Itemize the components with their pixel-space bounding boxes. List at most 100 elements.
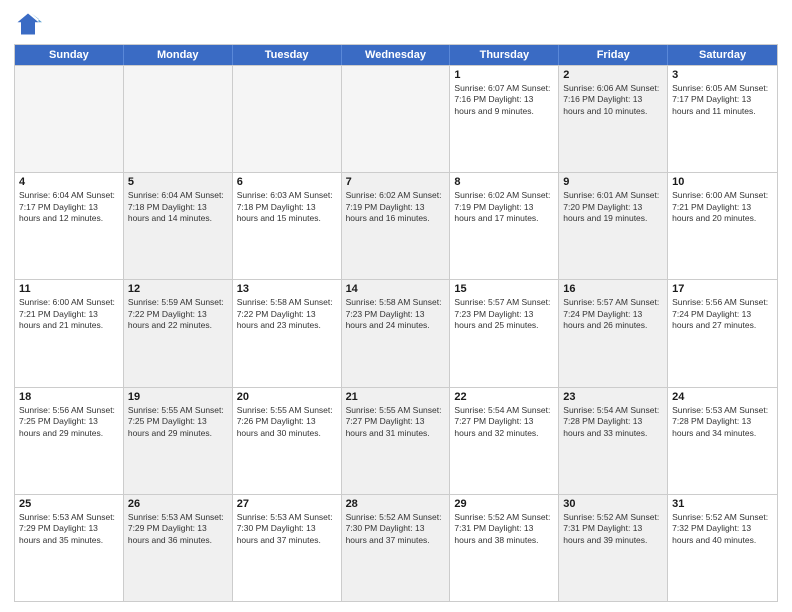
day-cell-15: 15Sunrise: 5:57 AM Sunset: 7:23 PM Dayli… xyxy=(450,280,559,386)
day-number: 13 xyxy=(237,283,337,295)
day-info: Sunrise: 6:07 AM Sunset: 7:16 PM Dayligh… xyxy=(454,83,554,117)
day-info: Sunrise: 5:52 AM Sunset: 7:31 PM Dayligh… xyxy=(454,512,554,546)
day-cell-6: 6Sunrise: 6:03 AM Sunset: 7:18 PM Daylig… xyxy=(233,173,342,279)
day-number: 30 xyxy=(563,498,663,510)
day-cell-24: 24 Sunrise: 5:53 AM Sunset: 7:28 PM Dayli… xyxy=(668,388,777,494)
day-cell-25: 25 Sunrise: 5:53 AM Sunset: 7:29 PM Dayli… xyxy=(15,495,124,601)
day-info: Sunrise: 5:52 AM Sunset: 7:31 PM Dayligh… xyxy=(563,512,663,546)
day-cell-10: 10Sunrise: 6:00 AM Sunset: 7:21 PM Dayli… xyxy=(668,173,777,279)
day-cell-13: 13 Sunrise: 5:58 AM Sunset: 7:22 PM Dayli… xyxy=(233,280,342,386)
day-cell-16: 16 Sunrise: 5:57 AM Sunset: 7:24 PM Dayli… xyxy=(559,280,668,386)
day-number: 3 xyxy=(672,69,773,81)
day-cell-26: 26 Sunrise: 5:53 AM Sunset: 7:29 PM Dayli… xyxy=(124,495,233,601)
day-info: Sunrise: 6:05 AM Sunset: 7:17 PM Dayligh… xyxy=(672,83,773,117)
calendar-row-0: 1 Sunrise: 6:07 AM Sunset: 7:16 PM Daylig… xyxy=(15,65,777,172)
day-info: Sunrise: 6:03 AM Sunset: 7:18 PM Dayligh… xyxy=(237,190,337,224)
day-number: 24 xyxy=(672,391,773,403)
day-number: 5 xyxy=(128,176,228,188)
day-cell-22: 22 Sunrise: 5:54 AM Sunset: 7:27 PM Dayli… xyxy=(450,388,559,494)
day-number: 12 xyxy=(128,283,228,295)
day-cell-8: 8 Sunrise: 6:02 AM Sunset: 7:19 PM Daylig… xyxy=(450,173,559,279)
logo xyxy=(14,10,46,38)
day-cell-27: 27Sunrise: 5:53 AM Sunset: 7:30 PM Dayli… xyxy=(233,495,342,601)
day-info: Sunrise: 5:55 AM Sunset: 7:25 PM Dayligh… xyxy=(128,405,228,439)
day-number: 22 xyxy=(454,391,554,403)
day-number: 29 xyxy=(454,498,554,510)
day-cell-12: 12 Sunrise: 5:59 AM Sunset: 7:22 PM Dayli… xyxy=(124,280,233,386)
day-info: Sunrise: 6:04 AM Sunset: 7:18 PM Dayligh… xyxy=(128,190,228,224)
calendar: SundayMondayTuesdayWednesdayThursdayFrid… xyxy=(14,44,778,602)
day-info: Sunrise: 6:00 AM Sunset: 7:21 PM Dayligh… xyxy=(19,297,119,331)
day-info: Sunrise: 5:59 AM Sunset: 7:22 PM Dayligh… xyxy=(128,297,228,331)
day-cell-2: 2 Sunrise: 6:06 AM Sunset: 7:16 PM Daylig… xyxy=(559,66,668,172)
calendar-row-1: 4Sunrise: 6:04 AM Sunset: 7:17 PM Daylig… xyxy=(15,172,777,279)
day-info: Sunrise: 5:53 AM Sunset: 7:29 PM Dayligh… xyxy=(128,512,228,546)
day-info: Sunrise: 5:55 AM Sunset: 7:27 PM Dayligh… xyxy=(346,405,446,439)
day-number: 7 xyxy=(346,176,446,188)
day-number: 10 xyxy=(672,176,773,188)
day-info: Sunrise: 5:53 AM Sunset: 7:29 PM Dayligh… xyxy=(19,512,119,546)
day-cell-9: 9Sunrise: 6:01 AM Sunset: 7:20 PM Daylig… xyxy=(559,173,668,279)
calendar-row-2: 11Sunrise: 6:00 AM Sunset: 7:21 PM Dayli… xyxy=(15,279,777,386)
empty-cell xyxy=(124,66,233,172)
calendar-body: 1 Sunrise: 6:07 AM Sunset: 7:16 PM Daylig… xyxy=(15,65,777,601)
day-info: Sunrise: 5:56 AM Sunset: 7:24 PM Dayligh… xyxy=(672,297,773,331)
day-number: 26 xyxy=(128,498,228,510)
day-cell-5: 5 Sunrise: 6:04 AM Sunset: 7:18 PM Daylig… xyxy=(124,173,233,279)
day-info: Sunrise: 5:58 AM Sunset: 7:22 PM Dayligh… xyxy=(237,297,337,331)
day-number: 16 xyxy=(563,283,663,295)
day-cell-31: 31 Sunrise: 5:52 AM Sunset: 7:32 PM Dayli… xyxy=(668,495,777,601)
day-number: 23 xyxy=(563,391,663,403)
day-cell-28: 28 Sunrise: 5:52 AM Sunset: 7:30 PM Dayli… xyxy=(342,495,451,601)
day-cell-4: 4Sunrise: 6:04 AM Sunset: 7:17 PM Daylig… xyxy=(15,173,124,279)
calendar-page: SundayMondayTuesdayWednesdayThursdayFrid… xyxy=(0,0,792,612)
header-cell-friday: Friday xyxy=(559,45,668,65)
day-number: 25 xyxy=(19,498,119,510)
calendar-row-4: 25 Sunrise: 5:53 AM Sunset: 7:29 PM Dayli… xyxy=(15,494,777,601)
day-number: 21 xyxy=(346,391,446,403)
day-info: Sunrise: 5:55 AM Sunset: 7:26 PM Dayligh… xyxy=(237,405,337,439)
day-cell-30: 30 Sunrise: 5:52 AM Sunset: 7:31 PM Dayli… xyxy=(559,495,668,601)
day-info: Sunrise: 5:58 AM Sunset: 7:23 PM Dayligh… xyxy=(346,297,446,331)
day-info: Sunrise: 5:57 AM Sunset: 7:24 PM Dayligh… xyxy=(563,297,663,331)
header-cell-wednesday: Wednesday xyxy=(342,45,451,65)
logo-icon xyxy=(14,10,42,38)
header xyxy=(14,10,778,38)
day-number: 8 xyxy=(454,176,554,188)
day-cell-11: 11Sunrise: 6:00 AM Sunset: 7:21 PM Dayli… xyxy=(15,280,124,386)
header-cell-tuesday: Tuesday xyxy=(233,45,342,65)
day-number: 17 xyxy=(672,283,773,295)
day-cell-23: 23 Sunrise: 5:54 AM Sunset: 7:28 PM Dayli… xyxy=(559,388,668,494)
day-info: Sunrise: 5:53 AM Sunset: 7:28 PM Dayligh… xyxy=(672,405,773,439)
day-number: 1 xyxy=(454,69,554,81)
day-cell-29: 29 Sunrise: 5:52 AM Sunset: 7:31 PM Dayli… xyxy=(450,495,559,601)
day-number: 31 xyxy=(672,498,773,510)
day-number: 4 xyxy=(19,176,119,188)
day-info: Sunrise: 5:54 AM Sunset: 7:28 PM Dayligh… xyxy=(563,405,663,439)
day-info: Sunrise: 6:02 AM Sunset: 7:19 PM Dayligh… xyxy=(454,190,554,224)
day-number: 19 xyxy=(128,391,228,403)
day-number: 18 xyxy=(19,391,119,403)
day-cell-18: 18 Sunrise: 5:56 AM Sunset: 7:25 PM Dayli… xyxy=(15,388,124,494)
day-cell-7: 7 Sunrise: 6:02 AM Sunset: 7:19 PM Daylig… xyxy=(342,173,451,279)
day-cell-17: 17 Sunrise: 5:56 AM Sunset: 7:24 PM Dayli… xyxy=(668,280,777,386)
day-number: 15 xyxy=(454,283,554,295)
day-number: 28 xyxy=(346,498,446,510)
day-number: 2 xyxy=(563,69,663,81)
calendar-row-3: 18 Sunrise: 5:56 AM Sunset: 7:25 PM Dayli… xyxy=(15,387,777,494)
day-info: Sunrise: 6:06 AM Sunset: 7:16 PM Dayligh… xyxy=(563,83,663,117)
day-info: Sunrise: 5:54 AM Sunset: 7:27 PM Dayligh… xyxy=(454,405,554,439)
day-info: Sunrise: 5:52 AM Sunset: 7:32 PM Dayligh… xyxy=(672,512,773,546)
day-number: 27 xyxy=(237,498,337,510)
day-info: Sunrise: 6:02 AM Sunset: 7:19 PM Dayligh… xyxy=(346,190,446,224)
day-number: 14 xyxy=(346,283,446,295)
header-cell-thursday: Thursday xyxy=(450,45,559,65)
day-info: Sunrise: 5:52 AM Sunset: 7:30 PM Dayligh… xyxy=(346,512,446,546)
day-cell-3: 3 Sunrise: 6:05 AM Sunset: 7:17 PM Daylig… xyxy=(668,66,777,172)
day-cell-19: 19 Sunrise: 5:55 AM Sunset: 7:25 PM Dayli… xyxy=(124,388,233,494)
day-info: Sunrise: 5:56 AM Sunset: 7:25 PM Dayligh… xyxy=(19,405,119,439)
day-cell-14: 14 Sunrise: 5:58 AM Sunset: 7:23 PM Dayli… xyxy=(342,280,451,386)
day-cell-20: 20Sunrise: 5:55 AM Sunset: 7:26 PM Dayli… xyxy=(233,388,342,494)
header-cell-sunday: Sunday xyxy=(15,45,124,65)
header-cell-monday: Monday xyxy=(124,45,233,65)
